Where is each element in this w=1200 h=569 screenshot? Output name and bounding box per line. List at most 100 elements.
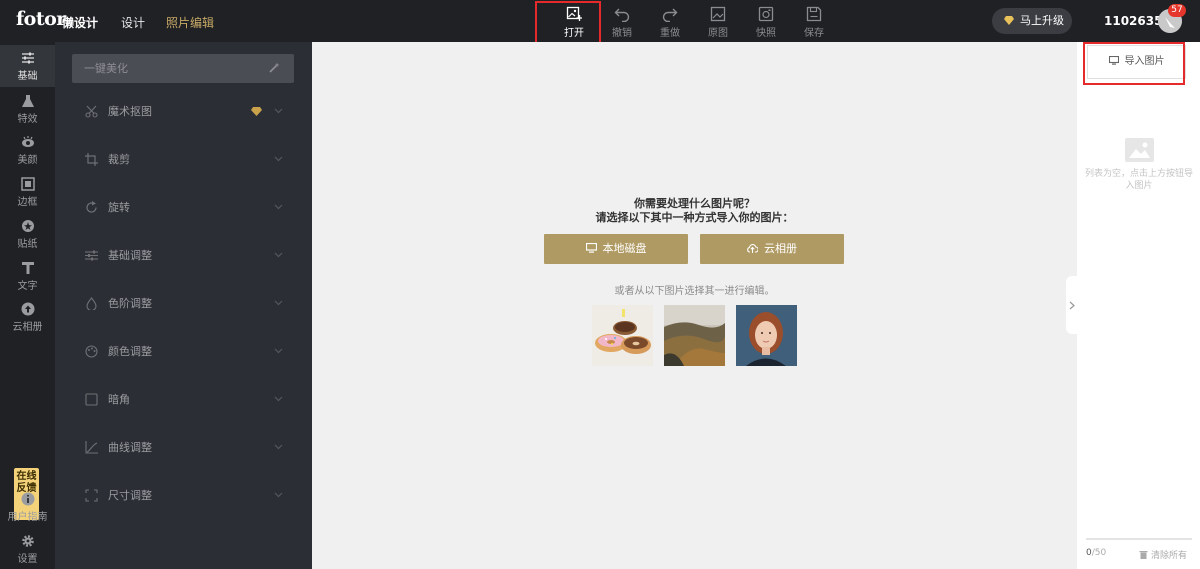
menu-vignette[interactable]: 暗角 <box>85 390 285 410</box>
redo-label: 重做 <box>660 28 680 39</box>
menu-curves[interactable]: 曲线调整 <box>85 438 285 458</box>
drop-icon <box>86 297 97 310</box>
left-rail: 基础 特效 美颜 边框 贴纸 文字 云相册 在线反馈 用户指南 设置 <box>0 42 55 569</box>
clear-all-label: 清除所有 <box>1151 551 1188 561</box>
rail-basic[interactable]: 基础 <box>0 45 55 87</box>
save-icon <box>806 6 822 22</box>
cloud-album-button[interactable]: 云相册 <box>700 234 844 264</box>
chevron-down-icon <box>274 444 283 450</box>
undo-icon <box>614 8 630 22</box>
or-choose-text: 或者从以下图片选择其一进行编辑。 <box>614 286 775 297</box>
rail-beauty[interactable]: 美颜 <box>0 135 55 166</box>
snapshot-icon <box>758 6 774 22</box>
menu-label: 旋转 <box>108 201 130 214</box>
upgrade-label: 马上升级 <box>1020 14 1064 27</box>
redo-button[interactable]: 重做 <box>650 6 690 39</box>
original-image-icon <box>710 6 726 22</box>
product-name: 懒设计 <box>62 16 99 30</box>
image-count: 0/50 <box>1086 548 1106 558</box>
app-root: fotor 懒设计 设计 照片编辑 打开 撤销 重做 原图 快照 保存 马上升级… <box>0 0 1200 569</box>
sample-image-portrait[interactable] <box>736 305 797 366</box>
menu-basic-adjust[interactable]: 基础调整 <box>85 246 285 266</box>
undo-label: 撤销 <box>612 28 632 39</box>
rail-basic-label: 基础 <box>17 71 38 82</box>
donuts-image <box>592 305 653 366</box>
menu-magic-cutout[interactable]: 魔术抠图 <box>85 102 285 122</box>
rail-beauty-label: 美颜 <box>17 155 38 166</box>
fotor-logo[interactable]: fotor <box>16 8 66 30</box>
scissors-icon <box>85 105 98 118</box>
chevron-down-icon <box>274 252 283 258</box>
rail-text[interactable]: 文字 <box>0 261 55 292</box>
upgrade-button[interactable]: 马上升级 <box>992 8 1072 34</box>
landscape-image <box>664 305 725 366</box>
original-button[interactable]: 原图 <box>698 6 738 39</box>
frame-icon <box>20 177 35 191</box>
menu-label: 魔术抠图 <box>108 105 152 118</box>
rail-effects[interactable]: 特效 <box>0 94 55 125</box>
menu-rotate[interactable]: 旋转 <box>85 198 285 218</box>
rail-frame-label: 边框 <box>17 197 38 208</box>
menu-label: 颜色调整 <box>108 345 152 358</box>
rail-frame[interactable]: 边框 <box>0 177 55 208</box>
chevron-down-icon <box>274 108 283 114</box>
adjust-panel: 一键美化 魔术抠图 裁剪 旋转 基础调整 色阶调整 颜色调整 暗角 曲线调整 尺… <box>55 42 312 569</box>
right-panel: 导入图片 列表为空，点击上方按钮导入图片 0/50 清除所有 <box>1077 42 1200 569</box>
sliders-icon <box>21 52 34 64</box>
save-label: 保存 <box>804 28 824 39</box>
chevron-down-icon <box>274 492 283 498</box>
canvas-area: 你需要处理什么图片呢？ 请选择以下其中一种方式导入你的图片： 本地磁盘 云相册 … <box>312 42 1077 569</box>
save-button[interactable]: 保存 <box>794 6 834 39</box>
chevron-down-icon <box>274 156 283 162</box>
sample-image-landscape[interactable] <box>664 305 725 366</box>
vip-diamond-icon <box>251 107 262 116</box>
palette-icon <box>85 345 98 358</box>
vignette-icon <box>85 393 98 406</box>
cloud-upload-icon <box>21 302 34 316</box>
empty-list-text: 列表为空，点击上方按钮导入图片 <box>1085 169 1194 191</box>
monitor-icon <box>585 243 597 253</box>
menu-color-adjust[interactable]: 颜色调整 <box>85 342 285 362</box>
local-disk-button[interactable]: 本地磁盘 <box>544 234 688 264</box>
rail-text-label: 文字 <box>17 281 38 292</box>
menu-label: 裁剪 <box>108 153 130 166</box>
one-click-beautify-button[interactable]: 一键美化 <box>72 54 294 83</box>
rail-guide-label: 用户指南 <box>7 512 48 523</box>
crop-icon <box>85 153 98 166</box>
magic-wand-icon <box>269 62 280 73</box>
rail-sticker[interactable]: 贴纸 <box>0 219 55 250</box>
cloud-album-label: 云相册 <box>764 242 797 255</box>
beautify-label: 一键美化 <box>84 62 128 75</box>
flask-icon <box>21 95 34 107</box>
menu-crop[interactable]: 裁剪 <box>85 150 285 170</box>
rail-guide[interactable]: 用户指南 <box>0 492 55 523</box>
empty-image-icon <box>1125 138 1154 162</box>
count-max: /50 <box>1091 548 1107 558</box>
chevron-down-icon <box>274 396 283 402</box>
snapshot-button[interactable]: 快照 <box>746 6 786 39</box>
text-icon <box>21 262 34 274</box>
menu-resize[interactable]: 尺寸调整 <box>85 486 285 506</box>
snapshot-label: 快照 <box>756 28 776 39</box>
undo-button[interactable]: 撤销 <box>602 6 642 39</box>
chevron-down-icon <box>274 204 283 210</box>
menu-levels[interactable]: 色阶调整 <box>85 294 285 314</box>
notification-badge: 57 <box>1168 4 1186 17</box>
cloud-upload-icon <box>747 244 758 253</box>
curve-icon <box>85 441 98 454</box>
chevron-down-icon <box>274 300 283 306</box>
sliders-icon <box>85 250 98 261</box>
sticker-icon <box>21 220 34 232</box>
canvas-prompt: 请选择以下其中一种方式导入你的图片： <box>595 211 794 224</box>
nav-design[interactable]: 设计 <box>121 14 145 31</box>
rail-cloud[interactable]: 云相册 <box>0 302 55 333</box>
clear-all-button[interactable]: 清除所有 <box>1139 548 1187 561</box>
chevron-right-icon <box>1069 301 1075 310</box>
rail-settings[interactable]: 设置 <box>0 534 55 565</box>
menu-label: 基础调整 <box>108 249 152 262</box>
rail-sticker-label: 贴纸 <box>17 239 38 250</box>
sample-image-donuts[interactable] <box>592 305 653 366</box>
eye-icon <box>21 136 34 147</box>
info-icon <box>21 492 34 506</box>
nav-photo-edit[interactable]: 照片编辑 <box>166 14 214 31</box>
